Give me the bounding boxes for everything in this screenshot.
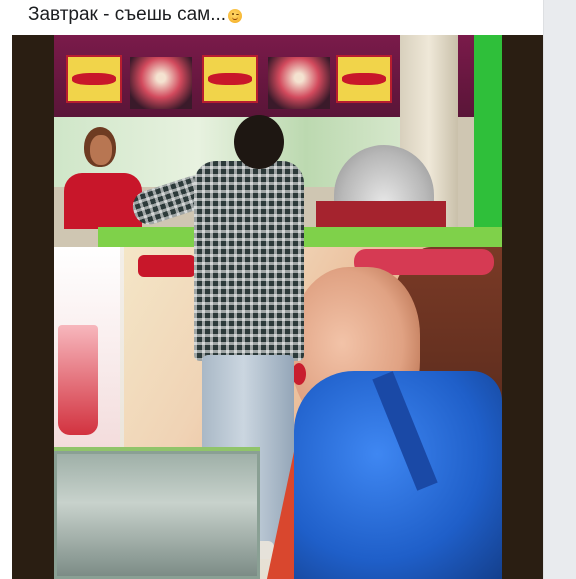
man-checkered-shirt [194,161,304,361]
photo-content[interactable] [54,35,502,579]
man-head [234,115,284,169]
banner-ad-tile [66,55,122,103]
post-card: Завтрак - съешь сам... [0,0,544,579]
cashier-face [90,135,112,165]
post-caption: Завтрак - съешь сам... [28,4,227,25]
banner-logo [208,73,252,85]
banner-logo [72,73,116,85]
display-case [54,451,260,579]
banner-ad-tile [336,55,392,103]
banner-ad-tile [202,55,258,103]
banner-logo [342,73,386,85]
post-photo[interactable] [12,35,543,579]
cashier-shirt [64,173,142,229]
red-box [316,201,446,229]
banner-ad-picture [268,57,330,109]
post-text: Завтрак - съешь сам... [28,3,243,27]
winking-face-icon [228,8,243,23]
poster-lips [292,363,306,385]
green-panel [474,35,502,250]
drink-image [58,325,98,435]
banner-ad-picture [130,57,192,109]
poster-logo [138,255,196,277]
